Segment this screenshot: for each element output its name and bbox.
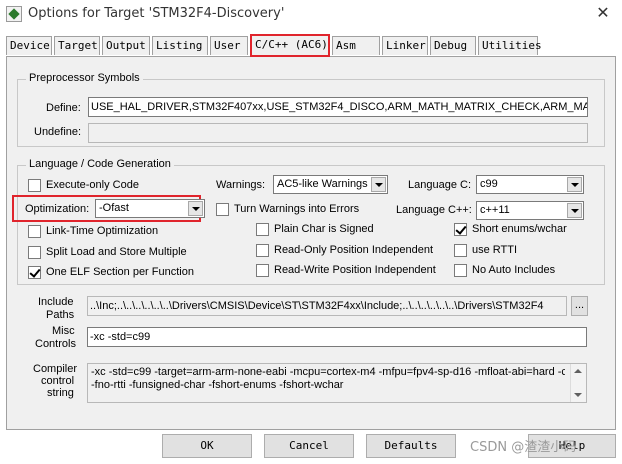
rtti-label: use RTTI [472,244,518,256]
tab-debug[interactable]: Debug [430,36,476,55]
no-auto-includes-box [454,264,467,277]
window-title: Options for Target 'STM32F4-Discovery' [28,6,285,21]
compiler-string-scrollbar[interactable] [570,364,586,402]
scroll-up-icon [574,369,582,373]
optimization-value: -Ofast [99,202,129,214]
compiler-label-line1: Compiler [33,363,78,375]
no-auto-includes-label: No Auto Includes [472,264,556,276]
include-label-line1: Include [38,296,74,308]
app-icon [6,6,22,22]
one-elf-box [28,266,41,279]
defaults-button[interactable]: Defaults [366,434,456,458]
undefine-input[interactable] [88,123,588,143]
optimization-label: Optimization: [25,203,90,215]
warnings-value: AC5-like Warnings [277,178,368,190]
execute-only-checkbox[interactable]: Execute-only Code [28,178,168,194]
split-load-label: Split Load and Store Multiple [46,246,187,258]
warnings-label: Warnings: [216,179,266,191]
lto-checkbox[interactable]: Link-Time Optimization [28,224,188,240]
short-enums-box [454,223,467,236]
define-input[interactable]: USE_HAL_DRIVER,STM32F407xx,USE_STM32F4_D… [88,97,588,117]
turn-warnings-box [216,203,229,216]
options-panel: Preprocessor Symbols Define: USE_HAL_DRI… [6,56,616,430]
include-paths-input[interactable]: ..\Inc;..\..\..\..\..\..\Drivers\CMSIS\D… [87,296,567,316]
preprocessor-group: Preprocessor Symbols Define: USE_HAL_DRI… [17,72,605,147]
ropi-checkbox[interactable]: Read-Only Position Independent [256,243,446,259]
one-elf-checkbox[interactable]: One ELF Section per Function [28,265,208,281]
tab-asm[interactable]: Asm [332,36,380,55]
misc-label-line1: Misc [52,325,75,337]
compiler-string-line2: -fno-rtti -funsigned-char -fshort-enums … [91,379,344,391]
compiler-string-line1: -xc -std=c99 -target=arm-arm-none-eabi -… [91,366,565,378]
language-c-value: c99 [480,178,498,190]
ropi-label: Read-Only Position Independent [274,244,433,256]
chevron-down-icon [567,177,582,192]
cancel-button[interactable]: Cancel [264,434,354,458]
plain-char-checkbox[interactable]: Plain Char is Signed [256,222,396,238]
lto-box [28,225,41,238]
rtti-checkbox[interactable]: use RTTI [454,243,554,259]
misc-label-line2: Controls [35,338,76,350]
tab-output[interactable]: Output [102,36,150,55]
execute-only-box [28,179,41,192]
language-cpp-value: c++11 [480,204,510,216]
include-label-line2: Paths [46,309,75,321]
plain-char-label: Plain Char is Signed [274,223,374,235]
plain-char-box [256,223,269,236]
tab-linker[interactable]: Linker [382,36,428,55]
ropi-box [256,244,269,257]
compiler-label-line3: string [47,387,74,399]
short-enums-label: Short enums/wchar [472,223,567,235]
turn-warnings-checkbox[interactable]: Turn Warnings into Errors [216,202,386,218]
tab-utilities[interactable]: Utilities [478,36,542,55]
short-enums-checkbox[interactable]: Short enums/wchar [454,222,584,238]
compiler-label-line2: control [41,375,75,387]
rwpi-checkbox[interactable]: Read-Write Position Independent [256,263,446,279]
tab-strip: Device Target Output Listing User C/C++ … [6,34,618,57]
misc-controls-input[interactable]: -xc -std=c99 [87,327,587,347]
one-elf-label: One ELF Section per Function [46,266,194,278]
split-load-checkbox[interactable]: Split Load and Store Multiple [28,245,208,261]
define-label: Define: [46,102,81,114]
language-group-title: Language / Code Generation [26,158,174,170]
language-group: Language / Code Generation Execute-only … [12,158,605,285]
rwpi-label: Read-Write Position Independent [274,264,436,276]
undefine-label: Undefine: [34,126,82,138]
scroll-down-icon [574,393,582,397]
watermark-text: CSDN @渣渣小码 [470,440,577,455]
chevron-down-icon [188,201,203,216]
tab-user[interactable]: User [210,36,248,55]
include-paths-browse-button[interactable]: ... [571,296,588,316]
chevron-down-icon [371,177,386,192]
compiler-control-string[interactable]: -xc -std=c99 -target=arm-arm-none-eabi -… [87,363,587,403]
warnings-select[interactable]: AC5-like Warnings [273,175,388,194]
preprocessor-group-title: Preprocessor Symbols [26,72,143,84]
tab-listing[interactable]: Listing [152,36,208,55]
close-button[interactable]: ✕ [592,4,614,24]
split-load-box [28,246,41,259]
no-auto-includes-checkbox[interactable]: No Auto Includes [454,263,574,279]
lto-label: Link-Time Optimization [46,225,159,237]
turn-warnings-label: Turn Warnings into Errors [234,203,360,215]
language-cpp-label: Language C++: [396,204,472,216]
ok-button[interactable]: OK [162,434,252,458]
chevron-down-icon [567,203,582,218]
execute-only-label: Execute-only Code [46,179,139,191]
language-c-label: Language C: [408,179,471,191]
tab-device[interactable]: Device [6,36,52,55]
tab-c-cpp-ac6[interactable]: C/C++ (AC6) [250,34,330,57]
tab-target[interactable]: Target [54,36,100,55]
optimization-select[interactable]: -Ofast [95,199,205,218]
rwpi-box [256,264,269,277]
language-cpp-select[interactable]: c++11 [476,201,584,220]
language-c-select[interactable]: c99 [476,175,584,194]
title-bar: Options for Target 'STM32F4-Discovery' ✕ [0,0,622,30]
rtti-box [454,244,467,257]
